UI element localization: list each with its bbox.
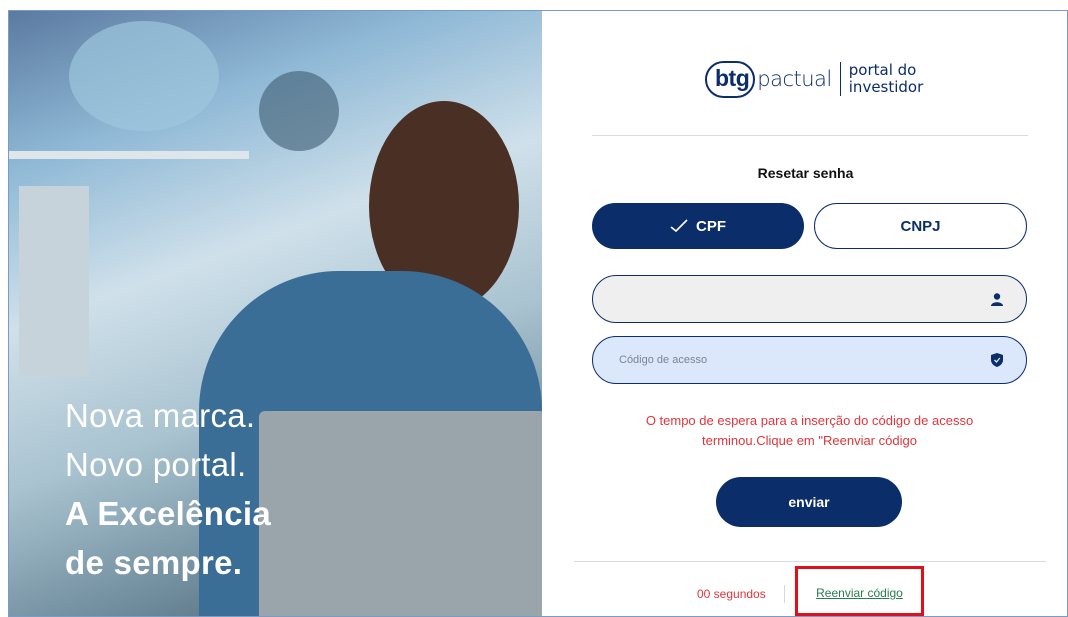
logo-pactual: pactual — [757, 67, 832, 91]
tab-cpf[interactable]: CPF — [592, 203, 804, 249]
countdown-timer: 00 segundos — [697, 587, 766, 601]
hero-line-3: A Excelência — [65, 495, 271, 532]
logo-portal-line-1: portal do — [848, 61, 917, 79]
shelf — [9, 151, 249, 159]
hero-image: Nova marca. Novo portal. A Excelência de… — [9, 11, 542, 616]
form-title: Resetar senha — [757, 165, 854, 181]
footer-separator — [784, 585, 785, 603]
binder — [19, 186, 89, 376]
logo-divider — [839, 62, 841, 96]
access-code-field[interactable] — [592, 336, 1027, 384]
tab-cpf-label: CPF — [696, 217, 726, 235]
cpf-field[interactable] — [592, 275, 1027, 323]
check-icon — [670, 219, 688, 233]
btg-logo: btg pactual portal do investidor — [705, 59, 923, 99]
access-code-input[interactable] — [617, 353, 990, 367]
resend-highlight-box: Reenviar código — [795, 566, 924, 616]
hero-line-1: Nova marca. — [65, 397, 256, 434]
logo-portal-line-2: investidor — [848, 78, 924, 96]
divider — [592, 135, 1028, 136]
lamp-glow — [69, 21, 219, 131]
hero-line-4: de sempre. — [65, 544, 243, 581]
timeout-error-message: O tempo de espera para a inserção do cód… — [645, 413, 974, 448]
logo-btg: btg — [705, 60, 756, 98]
shield-icon — [990, 353, 1004, 367]
tab-cnpj[interactable]: CNPJ — [814, 203, 1027, 249]
resend-code-link[interactable]: Reenviar código — [816, 586, 903, 600]
send-button[interactable]: enviar — [716, 477, 902, 527]
user-icon — [990, 292, 1004, 306]
divider — [574, 561, 1046, 562]
hero-headline: Nova marca. Novo portal. A Excelência de… — [65, 391, 271, 587]
tab-cnpj-label: CNPJ — [900, 217, 941, 235]
laptop — [259, 411, 542, 616]
logo-portal-text: portal do investidor — [849, 62, 924, 96]
reset-password-panel: btg pactual portal do investidor Resetar… — [542, 11, 1067, 616]
send-button-label: enviar — [788, 494, 830, 510]
hero-line-2: Novo portal. — [65, 446, 247, 483]
cpf-input[interactable] — [617, 292, 990, 306]
plant-pot — [259, 71, 339, 151]
login-page: Nova marca. Novo portal. A Excelência de… — [8, 10, 1068, 617]
